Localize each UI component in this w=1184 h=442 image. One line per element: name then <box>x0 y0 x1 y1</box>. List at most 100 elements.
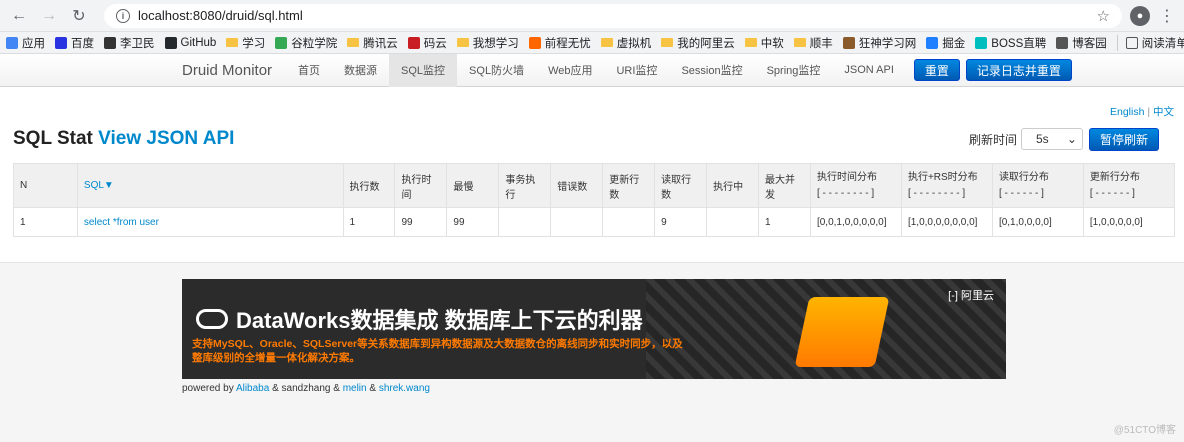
powered-by-label: powered by <box>182 383 234 394</box>
alibaba-link[interactable]: Alibaba <box>236 383 269 394</box>
folder-icon <box>744 38 757 47</box>
nav-item[interactable]: JSON API <box>832 54 906 87</box>
folder-icon <box>600 38 613 47</box>
bookmark-label: 我的阿里云 <box>677 37 735 50</box>
chinese-link[interactable]: 中文 <box>1153 106 1174 118</box>
table-cell <box>706 207 760 237</box>
language-switcher: English | 中文 <box>0 104 1184 119</box>
page-title: SQL Stat View JSON API <box>13 128 234 150</box>
folder-icon <box>226 38 239 47</box>
table-cell <box>550 207 604 237</box>
star-bookmark-icon[interactable]: ☆ <box>1097 7 1110 25</box>
bookmark-item[interactable]: 码云 <box>407 35 447 51</box>
nav-item[interactable]: Web应用 <box>536 54 604 87</box>
refresh-controls: 刷新时间 5s ⌄ 暂停刷新 <box>969 127 1159 151</box>
bookmark-label: 虚拟机 <box>616 37 652 50</box>
bookmark-item[interactable]: 应用 <box>6 35 45 51</box>
refresh-interval-select[interactable]: 5s ⌄ <box>1020 128 1083 150</box>
table-cell: 9 <box>654 207 708 237</box>
reload-icon[interactable]: ↻ <box>68 5 90 27</box>
bookmark-item[interactable]: BOSS直聘 <box>975 35 1046 51</box>
table-cell[interactable]: select *from user <box>76 207 344 237</box>
reset-button[interactable]: 重置 <box>913 59 960 81</box>
reading-list-icon <box>1125 36 1138 49</box>
nav-item[interactable]: SQL防火墙 <box>457 54 536 87</box>
profile-avatar[interactable]: ● <box>1130 5 1150 26</box>
sql-link[interactable]: select *from user <box>84 217 159 228</box>
url-input[interactable]: i localhost:8080/druid/sql.html ☆ <box>104 3 1122 28</box>
bookmark-item[interactable]: 顺丰 <box>793 35 833 51</box>
bookmark-label: GitHub <box>180 36 217 49</box>
column-header: 更新行数 <box>602 163 656 208</box>
column-header: 最慢 <box>446 163 500 208</box>
table-cell <box>602 207 656 237</box>
bookmark-item[interactable]: 中软 <box>744 35 784 51</box>
bookmark-label: BOSS直聘 <box>991 37 1047 50</box>
bookmark-label: 码云 <box>423 37 447 50</box>
column-header: 执行数 <box>342 163 396 208</box>
column-header[interactable]: SQL▼ <box>76 163 344 208</box>
bookmark-label: 掘金 <box>942 37 966 50</box>
english-link[interactable]: English <box>1110 106 1144 118</box>
folder-icon <box>347 38 360 47</box>
powered-sep-1: & sandzhang & <box>269 383 343 394</box>
bookmark-item[interactable]: 我的阿里云 <box>661 35 735 51</box>
nav-action-group: 重置 记录日志并重置 <box>913 59 1072 81</box>
nav-item[interactable]: URI监控 <box>604 54 669 87</box>
bookmark-label: 中软 <box>760 37 784 50</box>
kebab-menu-icon[interactable]: ⋮ <box>1158 6 1176 26</box>
bookmark-item[interactable]: 前程无忧 <box>528 35 591 51</box>
banner-chip-graphic <box>794 297 890 367</box>
juejin-icon <box>926 36 939 49</box>
bookmark-item[interactable]: 我想学习 <box>456 35 519 51</box>
reading-list-button[interactable]: 阅读清单 <box>1116 34 1184 51</box>
brand-title[interactable]: Druid Monitor <box>182 62 272 79</box>
apps-grid-icon <box>6 36 18 49</box>
nav-item[interactable]: 数据源 <box>332 54 389 87</box>
forward-arrow-icon[interactable]: → <box>38 5 60 27</box>
column-header-label: 执行时间分布 <box>816 171 877 183</box>
melin-link[interactable]: melin <box>343 383 367 394</box>
powered-sep-2: & <box>366 383 379 394</box>
guli-icon <box>275 36 288 49</box>
sql-sort-link[interactable]: SQL▼ <box>84 180 114 191</box>
bookmark-item[interactable]: 李卫民 <box>104 35 155 51</box>
view-json-api-link[interactable]: View JSON API <box>98 128 234 149</box>
bookmark-item[interactable]: 谷粒学院 <box>275 35 337 51</box>
table-header-row: N SQL▼ 执行数 执行时间 最慢 事务执行 错误数 更新行数 读取行数 执行中 最大并发 执行时间… <box>13 163 1176 208</box>
bookmark-item[interactable]: 学习 <box>226 35 265 51</box>
folder-icon <box>793 38 806 47</box>
powered-by: powered by Alibaba & sandzhang & melin &… <box>182 383 430 394</box>
bookmark-item[interactable]: 掘金 <box>926 35 965 51</box>
bookmark-item[interactable]: 狂神学习网 <box>842 35 916 51</box>
pause-refresh-button[interactable]: 暂停刷新 <box>1088 127 1159 151</box>
bookmark-item[interactable]: 百度 <box>55 35 94 51</box>
title-row: SQL Stat View JSON API 刷新时间 5s ⌄ 暂停刷新 <box>0 125 1184 153</box>
browser-address-bar: ← → ↻ i localhost:8080/druid/sql.html ☆ … <box>0 0 1184 32</box>
bookmark-item[interactable]: 腾讯云 <box>347 35 398 51</box>
back-arrow-icon[interactable]: ← <box>8 5 30 27</box>
bookmark-item[interactable]: 虚拟机 <box>600 35 652 51</box>
sql-stat-table: N SQL▼ 执行数 执行时间 最慢 事务执行 错误数 更新行数 读取行数 执行中 最大并发 执行时间… <box>13 163 1176 237</box>
bookmark-label: 顺丰 <box>809 37 833 50</box>
aliyun-logo: [-] 阿里云 <box>948 290 994 302</box>
info-icon[interactable]: i <box>116 8 130 23</box>
bookmark-label: 学习 <box>242 37 266 50</box>
nav-item[interactable]: 首页 <box>286 54 332 87</box>
dataworks-banner[interactable]: [-] 阿里云 DataWorks数据集成 数据库上下云的利器 支持MySQL、… <box>182 279 1006 379</box>
nav-item[interactable]: Session监控 <box>669 54 754 87</box>
table-cell: [1,0,0,0,0,0] <box>1082 207 1176 237</box>
bookmark-item[interactable]: GitHub <box>164 36 217 49</box>
column-header-label: 执行+RS时分布 <box>907 171 978 183</box>
nav-item[interactable]: Spring监控 <box>755 54 833 87</box>
column-header: N <box>13 163 78 208</box>
nav-item[interactable]: SQL监控 <box>389 53 458 87</box>
bookmark-label: 腾讯云 <box>363 37 398 50</box>
table-cell: 1 <box>758 207 811 237</box>
bookmark-item[interactable]: 博客园 <box>1056 35 1107 51</box>
log-and-reset-button[interactable]: 记录日志并重置 <box>965 59 1072 81</box>
table-cell <box>498 207 552 237</box>
bookmark-label: 我想学习 <box>472 37 519 50</box>
url-text: localhost:8080/druid/sql.html <box>138 8 303 23</box>
shrek-link[interactable]: shrek.wang <box>379 383 430 394</box>
